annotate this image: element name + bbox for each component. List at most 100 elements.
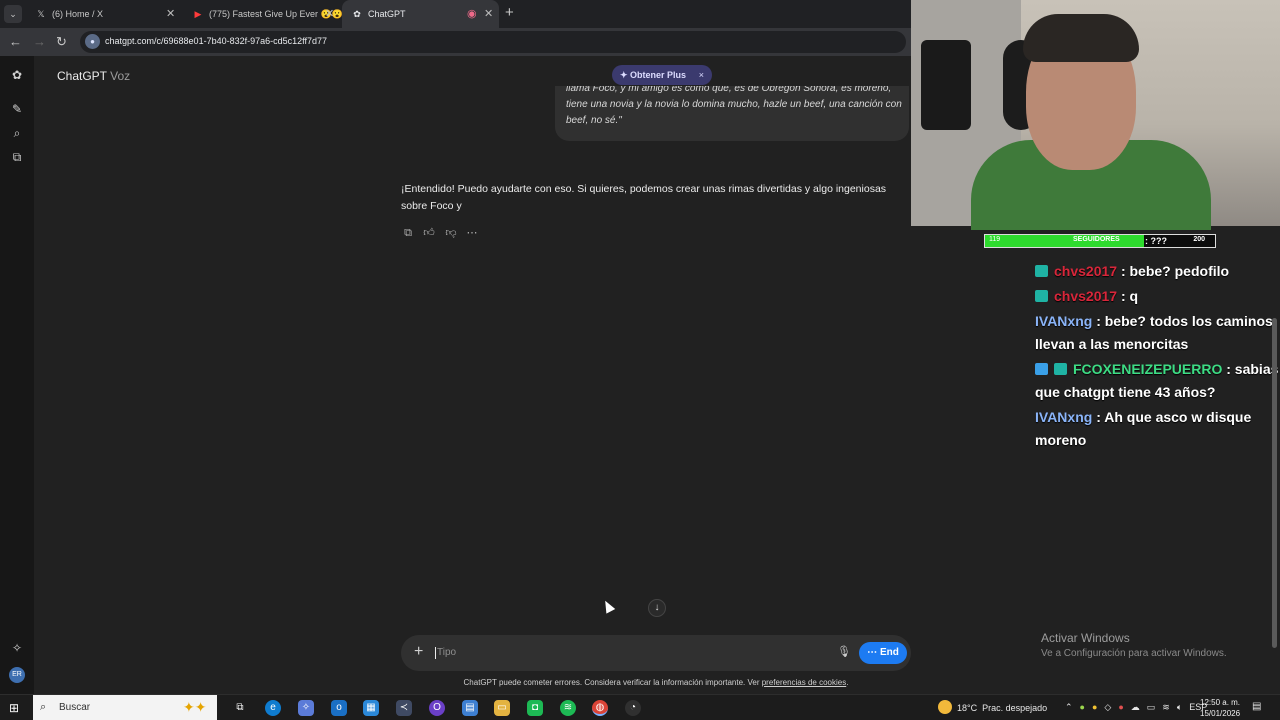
- library-icon[interactable]: ⧉: [8, 148, 26, 166]
- taskbar-search[interactable]: ⌕ Buscar ✦✦: [33, 695, 217, 720]
- chat-username: chvs2017: [1054, 288, 1118, 304]
- thumbs-up-icon[interactable]: 👍︎: [422, 226, 436, 240]
- message-input[interactable]: Tipo: [435, 647, 456, 659]
- chevron-up-icon[interactable]: ⌃: [1065, 702, 1073, 712]
- spotify-icon[interactable]: ≋: [560, 700, 576, 716]
- back-icon[interactable]: ←: [9, 34, 22, 50]
- followers-min: 119: [989, 236, 1001, 243]
- voice-wave-icon: ⋯: [867, 647, 880, 658]
- x-logo-icon: 𝕏: [37, 9, 45, 19]
- vscode-icon[interactable]: ≺: [396, 700, 412, 716]
- windows-start-icon[interactable]: ⊞: [9, 701, 19, 715]
- followers-overlap-text: : ???: [1145, 236, 1167, 246]
- screen: ⌄ 𝕏 (6) Home / X ✕ ▶ (775) Fastest Give …: [0, 0, 1280, 720]
- onedrive-icon[interactable]: ☁: [1131, 702, 1140, 712]
- subscriber-badge-icon: [1054, 363, 1067, 375]
- opera-icon[interactable]: O: [429, 700, 445, 716]
- subscriber-badge-icon: [1035, 290, 1048, 302]
- copy-icon[interactable]: ⧉: [401, 226, 415, 240]
- chrome-icon[interactable]: ◍: [592, 700, 608, 716]
- close-tab-icon[interactable]: ✕: [484, 0, 493, 28]
- webcam-feed: [911, 0, 1280, 230]
- copilot-icon[interactable]: ✧: [298, 700, 314, 716]
- chat-text: : bebe? pedofilo: [1120, 263, 1230, 279]
- task-view-icon[interactable]: ⧉: [232, 700, 248, 716]
- user-message-text: llama Foco, y mi amigo es como que, es d…: [566, 86, 902, 126]
- cookie-preferences-link[interactable]: preferencias de cookies: [762, 678, 847, 687]
- add-attachment-icon[interactable]: +: [414, 643, 423, 661]
- tray-app-icon[interactable]: ●: [1118, 702, 1123, 712]
- search-icon[interactable]: ⌕: [8, 124, 26, 142]
- new-tab-button[interactable]: +: [505, 4, 514, 22]
- chat-message: FCOXENEIZEPUERRO : sabias que chatgpt ti…: [1035, 358, 1280, 404]
- notifications-icon[interactable]: ▤: [1252, 701, 1261, 712]
- new-chat-icon[interactable]: ✎: [8, 100, 26, 118]
- thumbs-down-icon[interactable]: 👎︎: [444, 226, 458, 240]
- browser-toolbar: ← → ↻ ● chatgpt.com/c/69688e01-7b40-832f…: [0, 28, 911, 56]
- weather-temp: 18°C: [957, 703, 978, 713]
- end-label: End: [879, 647, 899, 658]
- app-name: ChatGPT: [57, 69, 107, 83]
- activate-windows-subtitle: Ve a Configuración para activar Windows.: [1041, 648, 1227, 659]
- chatgpt-logo-icon[interactable]: ✿: [8, 66, 26, 84]
- clock[interactable]: 12:50 a. m. 15/01/2026: [1200, 697, 1240, 719]
- avatar[interactable]: ER: [9, 667, 25, 683]
- chat-username: chvs2017: [1054, 263, 1118, 279]
- webcam-person-hair: [1023, 14, 1139, 62]
- wifi-icon[interactable]: ≋: [1162, 702, 1170, 712]
- weather-widget[interactable]: 18°C Prac. despejado: [938, 700, 1047, 715]
- notes-icon[interactable]: ▤: [462, 700, 478, 716]
- chatgpt-sidebar-rail: ✿ ✎ ⌕ ⧉ ✧ ER: [0, 56, 34, 694]
- stream-chat: chvs2017 : bebe? pedofilo chvs2017 : q I…: [1035, 260, 1280, 454]
- more-options-icon[interactable]: ⋯: [465, 226, 479, 240]
- microphone-access-icon[interactable]: ●: [85, 34, 100, 49]
- youtube-icon: ▶: [194, 9, 202, 19]
- disclaimer-end: .: [846, 678, 849, 687]
- scroll-down-button[interactable]: ↓: [648, 599, 666, 617]
- prime-badge-icon: [1035, 363, 1048, 375]
- mouse-cursor: [600, 598, 616, 614]
- url-text: chatgpt.com/c/69688e01-7b40-832f-97a6-cd…: [105, 36, 327, 46]
- outlook-icon[interactable]: o: [331, 700, 347, 716]
- tray-app-icon[interactable]: ●: [1080, 702, 1085, 712]
- search-icon: ⌕: [40, 701, 47, 713]
- close-plus-icon[interactable]: ×: [699, 65, 704, 85]
- search-placeholder: Buscar: [59, 702, 91, 713]
- mode-label: Voz: [110, 69, 131, 83]
- sparkle-icon[interactable]: ✧: [8, 639, 26, 657]
- page-scrollbar[interactable]: [1272, 318, 1277, 648]
- tab-x-home[interactable]: 𝕏 (6) Home / X ✕: [26, 0, 181, 28]
- windows-taskbar: ⊞ ⌕ Buscar ✦✦ ⧉ e ✧ o ▦ ≺ O ▤ ▭ ◘ ≋ ◍ ◔ …: [0, 694, 1280, 720]
- close-tab-icon[interactable]: ✕: [325, 0, 334, 28]
- chat-message: chvs2017 : q: [1035, 285, 1280, 308]
- clock-time: 12:50 a. m.: [1200, 698, 1241, 707]
- followers-max: 200: [1193, 236, 1205, 243]
- obs-icon[interactable]: ◔: [625, 700, 641, 716]
- recording-icon: ◉: [467, 8, 477, 20]
- subscriber-badge-icon: [1035, 265, 1048, 277]
- tab-chatgpt[interactable]: ✿ ChatGPT ◉ ✕: [342, 0, 499, 28]
- microphone-icon[interactable]: 🎙︎: [837, 645, 851, 658]
- weather-desc: Prac. despejado: [982, 703, 1048, 713]
- file-explorer-icon[interactable]: ▭: [494, 700, 510, 716]
- close-tab-icon[interactable]: ✕: [166, 0, 175, 28]
- tab-search-button[interactable]: ⌄: [4, 5, 22, 23]
- store-icon[interactable]: ▦: [363, 700, 379, 716]
- get-plus-button[interactable]: ✦ Obtener Plus ×: [612, 65, 713, 85]
- disclaimer: ChatGPT puede cometer errores. Considera…: [401, 678, 911, 687]
- battery-icon[interactable]: ▭: [1147, 702, 1156, 712]
- model-selector[interactable]: ChatGPT Voz: [57, 69, 130, 83]
- reload-icon[interactable]: ↻: [56, 34, 67, 50]
- unknown-app-icon[interactable]: ◘: [527, 700, 543, 716]
- tray-app-icon[interactable]: ●: [1092, 702, 1097, 712]
- volume-icon[interactable]: 🔈︎: [1177, 702, 1182, 712]
- assistant-message: ¡Entendido! Puedo ayudarte con eso. Si q…: [401, 183, 887, 212]
- forward-icon[interactable]: →: [33, 34, 46, 50]
- address-bar[interactable]: ● chatgpt.com/c/69688e01-7b40-832f-97a6-…: [80, 31, 906, 53]
- edge-icon[interactable]: e: [265, 700, 281, 716]
- end-voice-button[interactable]: ⋯ End: [859, 642, 907, 664]
- tab-youtube[interactable]: ▶ (775) Fastest Give Up Ever 😮😮 ✕: [183, 0, 343, 28]
- tray-app-icon[interactable]: ◇: [1104, 702, 1111, 712]
- chat-username: IVANxng: [1035, 313, 1093, 329]
- user-message-bubble: llama Foco, y mi amigo es como que, es d…: [555, 86, 909, 141]
